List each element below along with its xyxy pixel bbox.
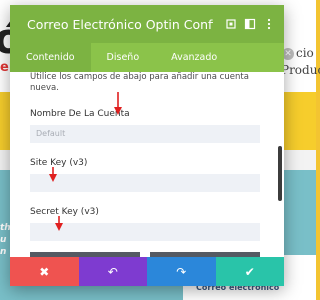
tab-contenido[interactable]: Contenido xyxy=(10,43,91,72)
module-settings-modal: Correo Electrónico Optin Confi... Conten… xyxy=(10,5,284,286)
background-product-fragment: Produc xyxy=(281,63,320,77)
modal-header[interactable]: Correo Electrónico Optin Confi... xyxy=(10,5,284,43)
annotation-arrow-icon xyxy=(49,167,57,182)
secret-key-input[interactable] xyxy=(30,223,260,241)
secret-key-label: Secret Key (v3) xyxy=(30,207,99,217)
redo-icon: ↷ xyxy=(176,264,187,279)
modal-title: Correo Electrónico Optin Confi... xyxy=(27,16,213,32)
tab-diseno[interactable]: Diseño xyxy=(91,43,156,72)
fullscreen-icon[interactable] xyxy=(225,18,237,30)
annotation-arrow-icon xyxy=(114,92,122,115)
save-button[interactable]: ✔ xyxy=(215,257,284,286)
discard-button[interactable]: ✖ xyxy=(10,257,79,286)
modal-body: Utilice los campos de abajo para añadir … xyxy=(10,72,284,286)
undo-button[interactable]: ↶ xyxy=(78,257,147,286)
modal-scrollbar[interactable] xyxy=(278,146,282,201)
annotation-arrow-icon xyxy=(55,216,63,231)
intro-text: Utilice los campos de abajo para añadir … xyxy=(30,72,249,93)
background-heading-fragment: cio xyxy=(296,46,314,60)
check-icon: ✔ xyxy=(244,264,255,279)
modal-tabs: Contenido Diseño Avanzado xyxy=(10,43,284,72)
undo-icon: ↶ xyxy=(107,264,118,279)
modal-action-bar: ✖ ↶ ↷ ✔ xyxy=(10,257,284,286)
tab-avanzado[interactable]: Avanzado xyxy=(155,43,233,72)
site-key-label: Site Key (v3) xyxy=(30,158,88,168)
site-key-input[interactable] xyxy=(30,174,260,192)
redo-button[interactable]: ↷ xyxy=(147,257,216,286)
columns-icon[interactable] xyxy=(244,18,256,30)
more-vertical-icon[interactable] xyxy=(263,18,275,30)
close-icon: ✖ xyxy=(39,264,50,279)
account-name-input[interactable]: Default xyxy=(30,125,260,143)
